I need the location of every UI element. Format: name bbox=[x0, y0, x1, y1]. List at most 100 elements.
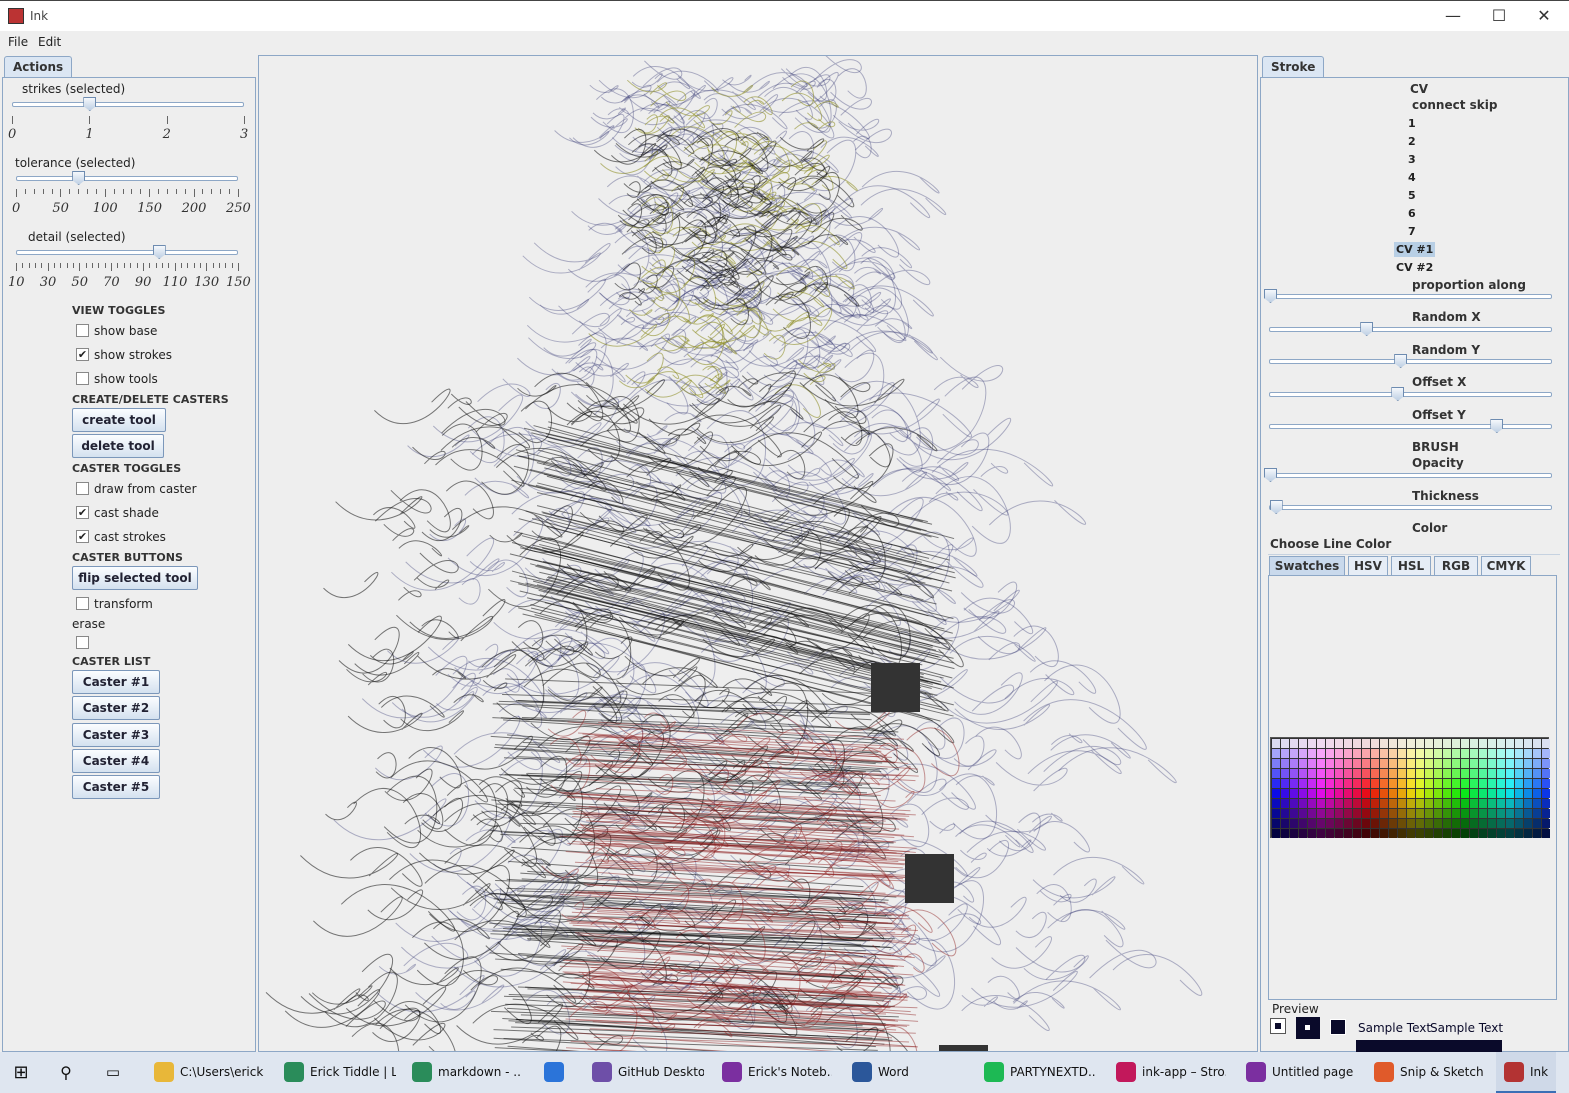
color-swatch[interactable] bbox=[1524, 799, 1532, 808]
color-swatch[interactable] bbox=[1488, 779, 1496, 788]
color-swatch[interactable] bbox=[1533, 799, 1541, 808]
color-swatch[interactable] bbox=[1542, 799, 1550, 808]
caster-handle[interactable] bbox=[871, 663, 920, 712]
strikes-slider[interactable] bbox=[12, 102, 244, 107]
color-swatch[interactable] bbox=[1389, 779, 1397, 788]
color-swatch[interactable] bbox=[1281, 769, 1289, 778]
color-swatch[interactable] bbox=[1353, 779, 1361, 788]
color-swatch[interactable] bbox=[1398, 779, 1406, 788]
color-swatch[interactable] bbox=[1308, 739, 1316, 748]
color-swatch[interactable] bbox=[1524, 809, 1532, 818]
maximize-button[interactable]: ☐ bbox=[1476, 1, 1522, 31]
color-swatch[interactable] bbox=[1479, 799, 1487, 808]
color-swatch[interactable] bbox=[1398, 769, 1406, 778]
color-swatch[interactable] bbox=[1542, 809, 1550, 818]
delete-tool-button[interactable]: delete tool bbox=[72, 434, 164, 458]
color-swatch[interactable] bbox=[1353, 769, 1361, 778]
taskbar-item[interactable]: PARTYNEXTD... bbox=[976, 1052, 1096, 1093]
color-swatch[interactable] bbox=[1344, 829, 1352, 838]
color-swatch[interactable] bbox=[1308, 769, 1316, 778]
color-swatch[interactable] bbox=[1326, 819, 1334, 828]
swatch-grid[interactable] bbox=[1270, 737, 1550, 838]
color-swatch[interactable] bbox=[1443, 819, 1451, 828]
taskbar-item[interactable]: Untitled page ... bbox=[1238, 1052, 1358, 1093]
cast-shade-checkbox[interactable]: ✔ bbox=[76, 506, 89, 519]
color-swatch[interactable] bbox=[1335, 819, 1343, 828]
color-swatch[interactable] bbox=[1479, 829, 1487, 838]
color-swatch[interactable] bbox=[1371, 829, 1379, 838]
color-swatch[interactable] bbox=[1425, 819, 1433, 828]
color-swatch[interactable] bbox=[1389, 769, 1397, 778]
color-swatch[interactable] bbox=[1542, 819, 1550, 828]
color-swatch[interactable] bbox=[1407, 759, 1415, 768]
color-swatch[interactable] bbox=[1461, 759, 1469, 768]
color-swatch[interactable] bbox=[1479, 779, 1487, 788]
color-swatch[interactable] bbox=[1299, 799, 1307, 808]
color-swatch[interactable] bbox=[1497, 759, 1505, 768]
color-swatch[interactable] bbox=[1533, 829, 1541, 838]
color-swatch[interactable] bbox=[1434, 739, 1442, 748]
color-swatch[interactable] bbox=[1380, 749, 1388, 758]
color-swatch[interactable] bbox=[1479, 809, 1487, 818]
color-swatch[interactable] bbox=[1272, 769, 1280, 778]
color-swatch[interactable] bbox=[1299, 789, 1307, 798]
color-swatch[interactable] bbox=[1533, 739, 1541, 748]
color-swatch[interactable] bbox=[1452, 819, 1460, 828]
color-swatch[interactable] bbox=[1362, 749, 1370, 758]
color-swatch[interactable] bbox=[1371, 799, 1379, 808]
color-swatch[interactable] bbox=[1299, 809, 1307, 818]
color-tab-hsl[interactable]: HSL bbox=[1391, 556, 1431, 576]
color-swatch[interactable] bbox=[1344, 789, 1352, 798]
color-swatch[interactable] bbox=[1371, 759, 1379, 768]
color-swatch[interactable] bbox=[1452, 739, 1460, 748]
color-swatch[interactable] bbox=[1299, 819, 1307, 828]
color-swatch[interactable] bbox=[1497, 749, 1505, 758]
color-swatch[interactable] bbox=[1434, 829, 1442, 838]
color-swatch[interactable] bbox=[1398, 829, 1406, 838]
color-swatch[interactable] bbox=[1515, 749, 1523, 758]
color-swatch[interactable] bbox=[1542, 739, 1550, 748]
flip-selected-tool-button[interactable]: flip selected tool bbox=[72, 566, 198, 590]
color-swatch[interactable] bbox=[1497, 809, 1505, 818]
color-swatch[interactable] bbox=[1479, 789, 1487, 798]
color-swatch[interactable] bbox=[1452, 809, 1460, 818]
color-swatch[interactable] bbox=[1299, 759, 1307, 768]
color-swatch[interactable] bbox=[1281, 779, 1289, 788]
color-swatch[interactable] bbox=[1290, 769, 1298, 778]
show-base-checkbox[interactable] bbox=[76, 324, 89, 337]
color-swatch[interactable] bbox=[1524, 829, 1532, 838]
color-swatch[interactable] bbox=[1380, 769, 1388, 778]
color-swatch[interactable] bbox=[1533, 789, 1541, 798]
color-swatch[interactable] bbox=[1434, 789, 1442, 798]
color-swatch[interactable] bbox=[1353, 799, 1361, 808]
color-swatch[interactable] bbox=[1335, 739, 1343, 748]
color-swatch[interactable] bbox=[1461, 779, 1469, 788]
color-swatch[interactable] bbox=[1425, 759, 1433, 768]
color-swatch[interactable] bbox=[1488, 829, 1496, 838]
color-swatch[interactable] bbox=[1317, 829, 1325, 838]
color-swatch[interactable] bbox=[1452, 799, 1460, 808]
color-swatch[interactable] bbox=[1470, 819, 1478, 828]
color-swatch[interactable] bbox=[1344, 779, 1352, 788]
color-swatch[interactable] bbox=[1452, 789, 1460, 798]
color-swatch[interactable] bbox=[1362, 819, 1370, 828]
color-swatch[interactable] bbox=[1488, 809, 1496, 818]
color-swatch[interactable] bbox=[1272, 789, 1280, 798]
connect-skip-item[interactable]: 4 bbox=[1408, 171, 1416, 184]
color-swatch[interactable] bbox=[1479, 749, 1487, 758]
taskbar-item[interactable]: Erick Tiddle | L... bbox=[276, 1052, 396, 1093]
color-swatch[interactable] bbox=[1461, 739, 1469, 748]
connect-skip-item[interactable]: 1 bbox=[1408, 117, 1416, 130]
taskbar-item[interactable]: Snip & Sketch bbox=[1366, 1052, 1486, 1093]
color-swatch[interactable] bbox=[1272, 779, 1280, 788]
color-swatch[interactable] bbox=[1281, 829, 1289, 838]
color-swatch[interactable] bbox=[1506, 739, 1514, 748]
color-tab-swatches[interactable]: Swatches bbox=[1269, 556, 1345, 576]
color-swatch[interactable] bbox=[1524, 739, 1532, 748]
color-swatch[interactable] bbox=[1461, 749, 1469, 758]
color-swatch[interactable] bbox=[1290, 789, 1298, 798]
color-swatch[interactable] bbox=[1344, 809, 1352, 818]
color-swatch[interactable] bbox=[1317, 819, 1325, 828]
color-swatch[interactable] bbox=[1362, 789, 1370, 798]
color-swatch[interactable] bbox=[1524, 779, 1532, 788]
